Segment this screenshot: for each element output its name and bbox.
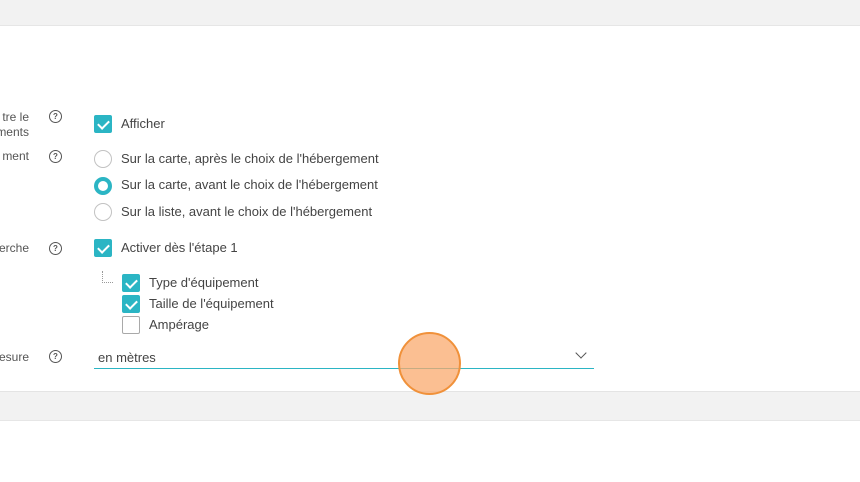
top-panel xyxy=(0,25,860,93)
top-band xyxy=(0,0,860,8)
cursor-highlight xyxy=(398,332,461,395)
sub-label-type: Type d'équipement xyxy=(149,275,259,290)
chevron-down-icon[interactable] xyxy=(575,347,587,359)
show-checkbox-label: Afficher xyxy=(121,116,165,131)
radio-option-3-label: Sur la liste, avant le choix de l'héberg… xyxy=(121,204,373,219)
sub-checkbox-size[interactable] xyxy=(122,295,140,313)
radio-option-1[interactable] xyxy=(94,150,112,168)
bottom-panel xyxy=(0,420,860,482)
sub-checkbox-type[interactable] xyxy=(122,274,140,292)
help-icon[interactable]: ? xyxy=(49,150,62,163)
help-icon[interactable]: ? xyxy=(49,350,62,363)
row1-label: tre le ments xyxy=(0,110,29,139)
radio-option-1-label: Sur la carte, après le choix de l'héberg… xyxy=(121,151,379,166)
sub-label-amperage: Ampérage xyxy=(149,317,209,332)
unit-select[interactable]: en mètres xyxy=(94,346,594,369)
activate-step1-checkbox[interactable] xyxy=(94,239,112,257)
sub-checkbox-amperage[interactable] xyxy=(122,316,140,334)
radio-option-3[interactable] xyxy=(94,203,112,221)
help-icon[interactable]: ? xyxy=(49,110,62,123)
tree-connector xyxy=(102,271,113,283)
sub-label-size: Taille de l'équipement xyxy=(149,296,274,311)
radio-option-2[interactable] xyxy=(94,177,112,195)
help-icon[interactable]: ? xyxy=(49,242,62,255)
radio-option-2-label: Sur la carte, avant le choix de l'héberg… xyxy=(121,177,378,192)
row4-label: esure xyxy=(0,350,29,364)
row3-label: erche xyxy=(0,241,29,255)
activate-step1-label: Activer dès l'étape 1 xyxy=(121,240,238,255)
row2-label: ment xyxy=(2,149,29,163)
show-checkbox[interactable] xyxy=(94,115,112,133)
unit-select-value: en mètres xyxy=(98,350,156,365)
